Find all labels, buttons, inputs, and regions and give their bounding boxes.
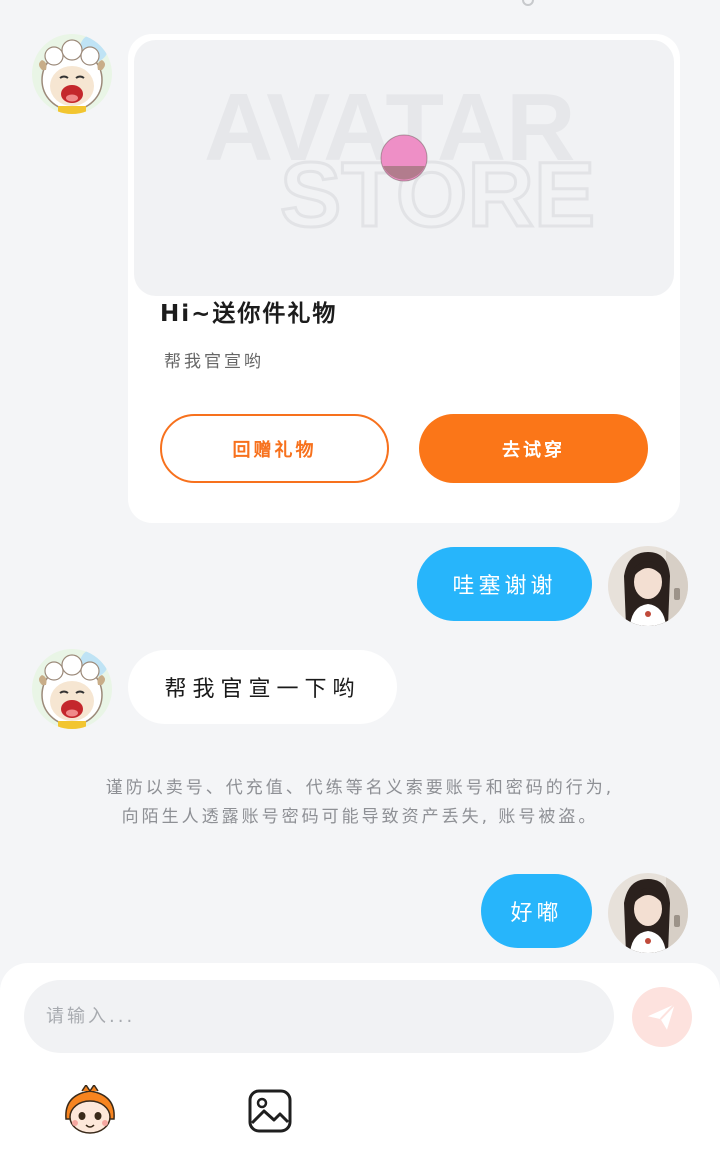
try-on-button[interactable]: 去试穿 [419, 414, 648, 483]
gift-subtitle: 帮我官宣哟 [164, 352, 264, 372]
character-face-icon [65, 1083, 115, 1134]
message-input[interactable] [24, 980, 614, 1053]
gift-card: AVATAR STORE Hi~送你件礼物 帮我官宣哟 回赠礼物 去试穿 [128, 34, 680, 523]
return-gift-button[interactable]: 回赠礼物 [160, 414, 389, 483]
message-bubble-sent[interactable]: 哇塞谢谢 [417, 547, 592, 621]
gift-title: Hi~送你件礼物 [160, 301, 338, 327]
image-icon [248, 1089, 292, 1133]
input-panel [0, 963, 720, 1171]
sheep-avatar-icon [32, 34, 112, 114]
my-avatar[interactable] [608, 546, 688, 626]
paper-plane-icon [647, 1003, 676, 1030]
security-notice-line2: 向陌生人透露账号密码可能导致资产丢失, 账号被盗。 [121, 807, 599, 827]
sheep-avatar-icon [32, 649, 112, 729]
avatar-tool-button[interactable] [60, 1083, 120, 1139]
send-button[interactable] [632, 987, 692, 1047]
user-photo-avatar-icon [608, 546, 688, 626]
top-indicator [522, 0, 534, 6]
security-notice: 谨防以卖号、代充值、代练等名义索要账号和密码的行为, 向陌生人透露账号密码可能导… [40, 774, 680, 832]
gift-image-text-bottom: STORE [280, 144, 595, 246]
message-bubble-received[interactable]: 帮我官宣一下哟 [128, 650, 397, 724]
my-avatar[interactable] [608, 873, 688, 953]
gift-image: AVATAR STORE [134, 40, 674, 296]
message-bubble-sent[interactable]: 好嘟 [481, 874, 592, 948]
sender-avatar[interactable] [32, 649, 112, 729]
image-tool-button[interactable] [248, 1089, 292, 1137]
user-photo-avatar-icon [608, 873, 688, 953]
sender-avatar[interactable] [32, 34, 112, 114]
security-notice-line1: 谨防以卖号、代充值、代练等名义索要账号和密码的行为, [105, 778, 615, 798]
